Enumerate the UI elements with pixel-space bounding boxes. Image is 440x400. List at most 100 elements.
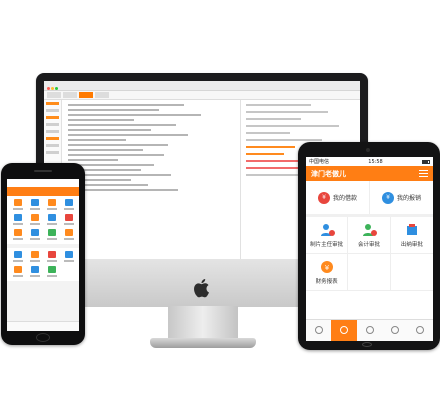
window-controls[interactable]	[47, 84, 59, 94]
phone-grid-item[interactable]	[44, 214, 59, 226]
tree-item[interactable]	[46, 144, 59, 147]
tablet-home-button[interactable]	[362, 342, 372, 347]
phone-grid-item[interactable]	[44, 266, 59, 278]
phone-grid-item[interactable]	[10, 214, 25, 226]
code-line	[68, 104, 185, 106]
code-line	[68, 109, 160, 111]
profile-icon	[416, 325, 425, 334]
app-icon	[30, 266, 39, 273]
app-icon	[47, 199, 56, 206]
phone-grid-item[interactable]	[44, 199, 59, 211]
app-icon	[64, 251, 73, 258]
code-line	[68, 159, 118, 161]
app-label	[46, 260, 57, 262]
tree-item[interactable]	[46, 116, 59, 119]
director-approval-item[interactable]: 制片主任审批	[306, 217, 349, 254]
cashier-approval-item[interactable]: 出纳审批	[390, 217, 433, 254]
phone-grid-item[interactable]	[61, 229, 76, 241]
tablet-screen: 中国电信 15:58 津门老傲儿 ¥ 我的借款 ¥ 我的报销 制片主任审批 会计…	[306, 157, 433, 341]
tree-item[interactable]	[46, 109, 59, 112]
finance-report-label: 财务报表	[315, 278, 338, 285]
phone-grid-item[interactable]	[27, 251, 42, 263]
phone-app-grid	[7, 196, 79, 244]
finance-report-icon: ¥	[320, 260, 333, 273]
battery-icon	[422, 159, 430, 164]
phone-grid-item[interactable]	[61, 251, 76, 263]
phone-grid-item[interactable]	[10, 266, 25, 278]
phone-grid-item[interactable]	[27, 214, 42, 226]
phone-grid-item[interactable]	[61, 214, 76, 226]
tab-contacts[interactable]	[382, 320, 407, 341]
prop-line	[246, 125, 339, 127]
svg-text:¥: ¥	[324, 264, 329, 272]
app-label	[63, 260, 74, 262]
app-title: 津门老傲儿	[311, 169, 346, 178]
toolbar-button-active[interactable]	[79, 92, 93, 98]
phone-grid-item[interactable]	[44, 229, 59, 241]
phone-tab[interactable]	[43, 322, 61, 331]
apple-icon	[194, 279, 209, 298]
empty-grid-cell	[348, 254, 391, 291]
tab-profile[interactable]	[408, 320, 433, 341]
prop-line	[246, 139, 323, 141]
phone-status-bar	[7, 179, 79, 187]
phone-tab[interactable]	[61, 322, 79, 331]
home-icon	[314, 325, 323, 334]
tree-item[interactable]	[46, 151, 59, 154]
app-label	[63, 208, 74, 210]
contacts-icon	[390, 325, 399, 334]
code-line	[68, 119, 135, 121]
app-icon	[47, 214, 56, 221]
accountant-approval-icon	[362, 223, 377, 236]
phone-grid-item[interactable]	[27, 266, 42, 278]
tab-home[interactable]	[306, 320, 331, 341]
toolbar-button[interactable]	[95, 92, 109, 98]
imac-stand-base	[150, 338, 256, 348]
carrier-label: 中国电信	[309, 159, 330, 165]
app-icon	[30, 251, 39, 258]
tab-approval[interactable]	[331, 320, 357, 341]
prop-line	[246, 118, 301, 120]
loan-icon: ¥	[317, 191, 330, 204]
app-icon	[30, 214, 39, 221]
phone-home-button[interactable]	[36, 333, 50, 342]
maximize-icon[interactable]	[55, 87, 58, 90]
app-label	[63, 238, 74, 240]
tree-item[interactable]	[46, 123, 59, 126]
prop-line	[246, 132, 290, 134]
minimize-icon[interactable]	[51, 87, 54, 90]
my-loan-button[interactable]: ¥ 我的借款	[306, 181, 370, 214]
app-icon	[30, 199, 39, 206]
tablet-status-bar: 中国电信 15:58	[306, 157, 433, 166]
phone-grid-item[interactable]	[10, 229, 25, 241]
code-line	[68, 144, 168, 146]
tree-item[interactable]	[46, 102, 59, 105]
tab-message[interactable]	[357, 320, 382, 341]
code-line	[68, 149, 143, 151]
phone-device	[1, 163, 85, 345]
phone-grid-item[interactable]	[10, 251, 25, 263]
app-label	[46, 238, 57, 240]
finance-report-item[interactable]: ¥ 财务报表	[306, 254, 349, 291]
clock-label: 15:58	[368, 158, 383, 165]
tree-item[interactable]	[46, 130, 59, 133]
phone-grid-item[interactable]	[27, 229, 42, 241]
tree-item[interactable]	[46, 137, 59, 140]
phone-tab[interactable]	[25, 322, 43, 331]
approval-grid: 制片主任审批 会计审批 出纳审批 ¥ 财务报表	[306, 217, 433, 291]
toolbar-button[interactable]	[63, 92, 77, 98]
phone-grid-item[interactable]	[10, 199, 25, 211]
close-icon[interactable]	[47, 87, 50, 90]
accountant-approval-item[interactable]: 会计审批	[348, 217, 391, 254]
app-label	[29, 275, 40, 277]
phone-grid-item[interactable]	[44, 251, 59, 263]
my-reimburse-button[interactable]: ¥ 我的报销	[370, 181, 433, 214]
phone-grid-item[interactable]	[61, 199, 76, 211]
app-icon	[13, 251, 22, 258]
code-editor[interactable]	[62, 100, 240, 269]
tablet-camera	[366, 148, 370, 152]
menu-icon[interactable]	[419, 169, 428, 178]
phone-tab[interactable]	[7, 322, 25, 331]
phone-grid-item[interactable]	[27, 199, 42, 211]
app-icon	[64, 199, 73, 206]
